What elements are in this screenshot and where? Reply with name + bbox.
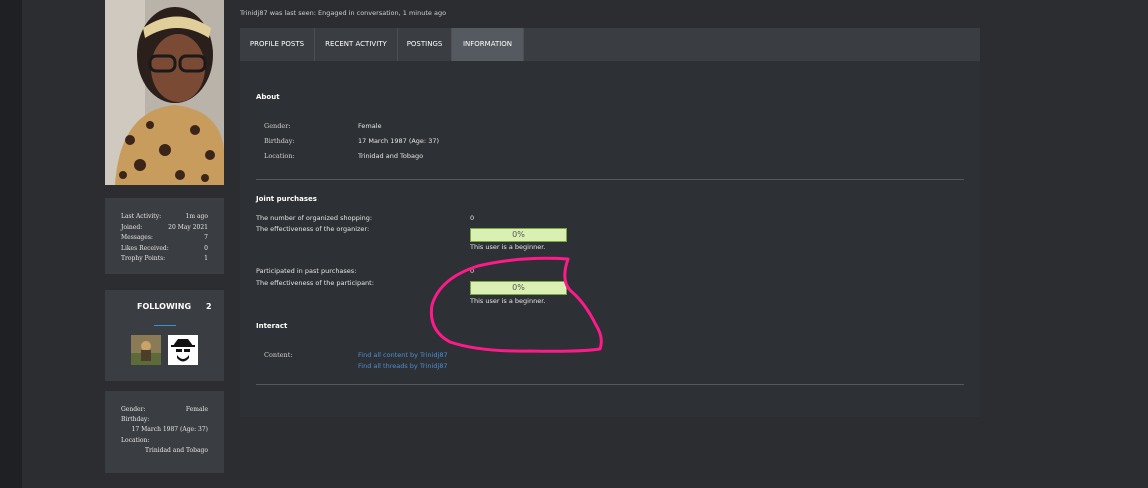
about-gender-value: Female (358, 122, 382, 130)
participant-effectiveness-label: The effectiveness of the participant: (256, 279, 374, 287)
profile-tabs: PROFILE POSTS RECENT ACTIVITY POSTINGS I… (240, 28, 980, 62)
about-location-label: Location: (264, 152, 295, 160)
followed-user-avatar[interactable] (131, 335, 161, 365)
stat-label: Joined: (121, 223, 143, 231)
sidebar-gender-value: Female (185, 406, 208, 413)
participant-effectiveness-note: This user is a beginner. (470, 297, 546, 305)
stat-row: Last Activity: 1m ago (105, 198, 224, 223)
followed-user-avatar[interactable] (168, 335, 198, 365)
about-location-value: Trinidad and Tobago (358, 152, 424, 160)
about-gender-label: Gender: (264, 122, 291, 130)
following-divider (154, 325, 176, 326)
section-divider (256, 179, 964, 180)
organized-shopping-value: 0 (470, 214, 475, 222)
content-label: Content: (264, 351, 293, 359)
stat-value: 1m ago (185, 213, 208, 220)
stat-label: Messages: (121, 234, 153, 241)
participated-value: 0 (470, 267, 475, 275)
find-all-threads-link[interactable]: Find all threads by Trinidj87 (358, 362, 447, 370)
participated-label: Participated in past purchases: (256, 267, 357, 275)
interact-heading: Interact (256, 322, 288, 330)
sidebar-location-value: Trinidad and Tobago (145, 447, 208, 454)
profile-avatar[interactable] (105, 0, 224, 185)
stat-label: Trophy Points: (121, 255, 166, 262)
stats-panel: Last Activity: 1m ago Joined: 20 May 2021 … (105, 198, 224, 274)
sidebar-birthday-label: Birthday: (121, 416, 150, 423)
tab-postings[interactable]: POSTINGS (398, 28, 452, 61)
left-edge-strip (0, 0, 22, 488)
about-birthday-label: Birthday: (264, 137, 295, 145)
sidebar-gender-label: Gender: (121, 406, 146, 413)
tab-profile-posts[interactable]: PROFILE POSTS (240, 28, 315, 61)
section-divider (256, 384, 964, 385)
find-all-content-link[interactable]: Find all content by Trinidj87 (358, 351, 448, 359)
stat-row: Trophy Points: 1 (105, 254, 224, 265)
stat-value: 0 (204, 244, 208, 252)
organizer-effectiveness-bar: 0% (470, 228, 567, 242)
stat-label: Likes Received: (121, 244, 169, 252)
stat-row: Joined: 20 May 2021 (105, 223, 224, 234)
participant-effectiveness-bar: 0% (470, 281, 567, 295)
stat-row: Likes Received: 0 (105, 244, 224, 255)
stat-value: 20 May 2021 (168, 223, 208, 231)
following-title[interactable]: FOLLOWING (137, 302, 191, 311)
sidebar-birthday-value: 17 March 1987 (Age: 37) (131, 426, 208, 433)
sidebar-location-label: Location: (121, 437, 150, 444)
stat-value: 1 (204, 255, 208, 262)
joint-purchases-heading: Joint purchases (256, 195, 317, 203)
tab-information[interactable]: INFORMATION (452, 28, 524, 61)
stat-row: Messages: 7 (105, 233, 224, 244)
following-panel: FOLLOWING 2 (105, 290, 224, 381)
stat-label: Last Activity: (121, 213, 162, 220)
following-count[interactable]: 2 (206, 302, 212, 311)
about-heading: About (256, 93, 280, 101)
tab-recent-activity[interactable]: RECENT ACTIVITY (315, 28, 398, 61)
last-seen-status: Trinidj87 was last seen: Engaged in conv… (240, 9, 447, 17)
organizer-effectiveness-label: The effectiveness of the organizer: (256, 225, 370, 233)
organizer-effectiveness-note: This user is a beginner. (470, 243, 546, 251)
information-content: About Gender: Female Birthday: 17 March … (240, 61, 980, 417)
organized-shopping-label: The number of organized shopping: (256, 214, 373, 222)
sidebar-info-panel: Gender: Female Birthday: 17 March 1987 (… (105, 391, 224, 473)
about-birthday-value: 17 March 1987 (Age: 37) (358, 137, 439, 145)
stat-value: 7 (204, 234, 208, 241)
